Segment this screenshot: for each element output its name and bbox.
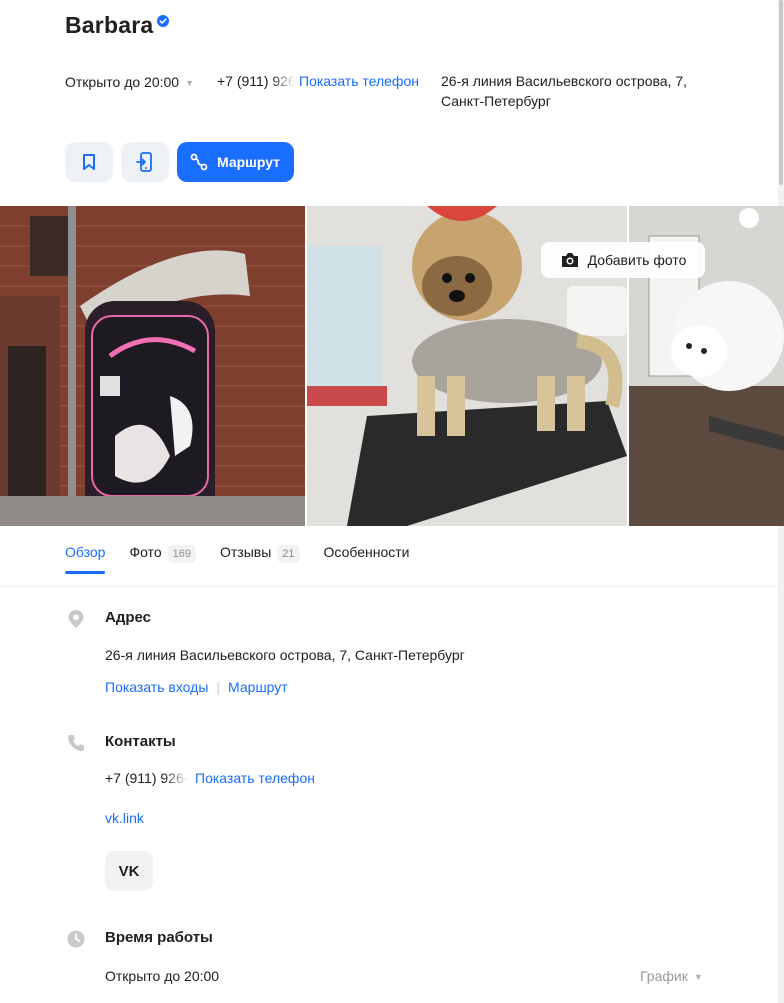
scrollbar-thumb[interactable] (779, 0, 783, 185)
caret-down-icon: ▼ (693, 972, 703, 982)
tab-label: Обзор (65, 544, 106, 560)
vk-social-button[interactable]: VK (105, 851, 153, 891)
header-address[interactable]: 26-я линия Васильевского острова, 7, Сан… (441, 71, 731, 111)
route-button-label: Маршрут (217, 154, 281, 170)
show-phone-link[interactable]: Показать телефон (195, 770, 315, 786)
tab-label: Особенности (323, 544, 410, 560)
hours-dropdown[interactable]: Открыто до 20:00 ▼ (65, 71, 194, 93)
tab-count-badge: 21 (277, 545, 300, 563)
address-links: Показать входы | Маршрут (105, 679, 288, 695)
phone-partial: +7 (911) 926- (105, 770, 189, 786)
link-separator: | (216, 679, 221, 695)
bookmark-icon (83, 154, 95, 170)
tab-count-badge: 169 (167, 545, 196, 563)
photo-storefront[interactable] (0, 206, 305, 526)
vk-icon: VK (118, 862, 140, 880)
tabs-divider (0, 586, 778, 587)
contacts-section-title: Контакты (105, 733, 176, 750)
phone-icon (68, 735, 84, 751)
show-phone-link[interactable]: Показать телефон (299, 71, 419, 91)
send-to-phone-button[interactable] (121, 142, 169, 182)
tab-label: Фото (129, 544, 162, 560)
send-to-phone-icon (136, 152, 152, 172)
add-photo-label: Добавить фото (587, 252, 687, 268)
location-pin-icon (68, 610, 84, 628)
place-title: Barbara (65, 12, 154, 38)
route-button[interactable]: Маршрут (177, 142, 295, 182)
tab-features[interactable]: Особенности (324, 544, 410, 572)
title-row: Barbara (65, 12, 170, 39)
bookmark-button[interactable] (65, 142, 113, 182)
tab-overview[interactable]: Обзор (65, 544, 106, 574)
hours-status: Открыто до 20:00 (65, 74, 180, 90)
tab-label: Отзывы (219, 544, 272, 560)
schedule-dropdown[interactable]: График ▼ (640, 968, 703, 984)
header-phone: +7 (911) 926 Показать телефон (217, 71, 419, 91)
verified-icon (157, 14, 170, 27)
caret-down-icon: ▼ (185, 78, 195, 88)
route-icon (190, 153, 208, 171)
tab-photos[interactable]: Фото 169 (129, 544, 196, 572)
add-photo-button[interactable]: Добавить фото (541, 242, 705, 278)
hours-status-text: Открыто до 20:00 (105, 968, 220, 984)
address-text: 26-я линия Васильевского острова, 7, Сан… (105, 647, 465, 663)
tabs: Обзор Фото 169 Отзывы 21 Особенности (65, 544, 433, 574)
route-link[interactable]: Маршрут (228, 679, 288, 695)
schedule-label: График (640, 968, 688, 984)
clock-icon (67, 930, 85, 948)
phone-partial: +7 (911) 926 (217, 73, 295, 89)
camera-icon (561, 253, 578, 267)
hours-section-title: Время работы (105, 929, 213, 946)
address-section-title: Адрес (105, 609, 152, 626)
contacts-phone: +7 (911) 926- Показать телефон (105, 770, 315, 786)
tab-reviews[interactable]: Отзывы 21 (220, 544, 300, 572)
show-entrances-link[interactable]: Показать входы (105, 679, 208, 695)
website-link[interactable]: vk.link (105, 810, 144, 826)
action-buttons: Маршрут (65, 142, 295, 182)
